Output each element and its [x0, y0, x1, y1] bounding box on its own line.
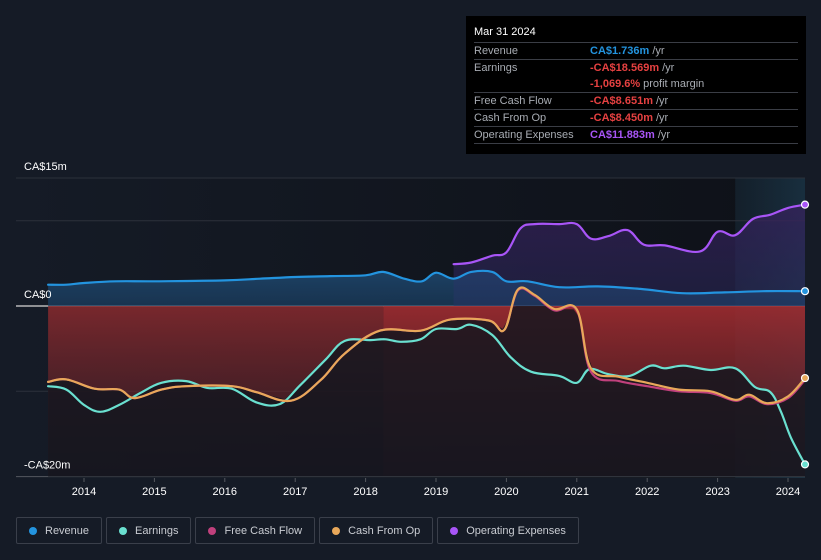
- x-tick-label: 2016: [213, 486, 237, 498]
- legend-label: Revenue: [45, 524, 90, 537]
- legend-label: Free Cash Flow: [224, 524, 303, 537]
- tooltip-row-label: Free Cash Flow: [474, 95, 552, 107]
- legend-dot-icon: [208, 526, 217, 535]
- tooltip-row-unit: /yr: [652, 45, 665, 57]
- tooltip-row-value: CA$11.883m: [590, 129, 655, 141]
- earnings-end-marker: [800, 460, 810, 469]
- tooltip-row-unit: /yr: [662, 62, 675, 74]
- legend-dot-icon: [119, 526, 128, 535]
- tooltip-row: Free Cash Flow -CA$8.651m/yr: [474, 93, 798, 110]
- tooltip-row-value: -CA$18.569m: [590, 62, 660, 74]
- tooltip-row-value: -1,069.6%: [590, 78, 641, 90]
- legend-label: Earnings: [135, 524, 179, 537]
- tooltip: Mar 31 2024 Revenue CA$1.736m/yr Earnings -…: [466, 16, 806, 154]
- tooltip-row-unit: /yr: [655, 112, 669, 124]
- legend-label: Cash From Op: [348, 524, 421, 537]
- tooltip-row: Operating Expenses CA$11.883m/yr: [474, 127, 798, 144]
- x-tick-label: 2021: [565, 486, 589, 498]
- x-tick-label: 2018: [353, 486, 377, 498]
- tooltip-row-value: CA$1.736m: [590, 45, 650, 57]
- tooltip-date: Mar 31 2024: [474, 24, 798, 43]
- y-axis-label: CA$0: [24, 289, 52, 301]
- x-tick-label: 2023: [705, 486, 729, 498]
- legend-item-operating-expenses[interactable]: Operating Expenses: [437, 517, 579, 544]
- operating-expenses-end-marker: [800, 200, 810, 209]
- tooltip-row-label: Earnings: [474, 62, 518, 74]
- revenue-end-marker: [800, 287, 810, 296]
- tooltip-row: -1,069.6% profit margin: [474, 76, 798, 93]
- tooltip-row-value: -CA$8.450m: [590, 112, 653, 124]
- cash-from-op-end-marker: [800, 373, 810, 383]
- tooltip-row-unit: profit margin: [643, 78, 705, 90]
- y-axis-label: CA$15m: [24, 161, 67, 173]
- tooltip-row-unit: /yr: [657, 129, 671, 141]
- x-tick-label: 2015: [142, 486, 166, 498]
- tooltip-row-label: Operating Expenses: [474, 129, 574, 141]
- x-tick-label: 2024: [776, 486, 800, 498]
- legend-dot-icon: [450, 526, 459, 535]
- legend-dot-icon: [332, 526, 341, 535]
- x-tick-label: 2020: [494, 486, 518, 498]
- tooltip-row: Revenue CA$1.736m/yr: [474, 43, 798, 60]
- tooltip-row-label: Revenue: [474, 45, 519, 57]
- legend-item-cash-from-op[interactable]: Cash From Op: [319, 517, 434, 544]
- tooltip-row-unit: /yr: [655, 95, 669, 107]
- tooltip-row-label: [474, 76, 590, 92]
- x-tick-label: 2014: [72, 486, 96, 498]
- y-axis-label: -CA$20m: [24, 460, 70, 472]
- legend-dot-icon: [29, 526, 37, 535]
- x-tick-label: 2017: [283, 486, 307, 498]
- legend-item-free-cash-flow[interactable]: Free Cash Flow: [195, 517, 316, 544]
- x-tick-label: 2022: [635, 486, 659, 498]
- tooltip-row: Earnings -CA$18.569m/yr: [474, 60, 798, 76]
- tooltip-row: Cash From Op -CA$8.450m/yr: [474, 110, 798, 127]
- legend-label: Operating Expenses: [466, 524, 566, 537]
- legend: Revenue Earnings Free Cash Flow Cash From O…: [16, 517, 579, 544]
- tooltip-row-value: -CA$8.651m: [590, 95, 653, 107]
- x-tick-label: 2019: [424, 486, 448, 498]
- legend-item-earnings[interactable]: Earnings: [106, 517, 192, 544]
- legend-item-revenue[interactable]: Revenue: [16, 517, 103, 544]
- tooltip-row-label: Cash From Op: [474, 112, 547, 124]
